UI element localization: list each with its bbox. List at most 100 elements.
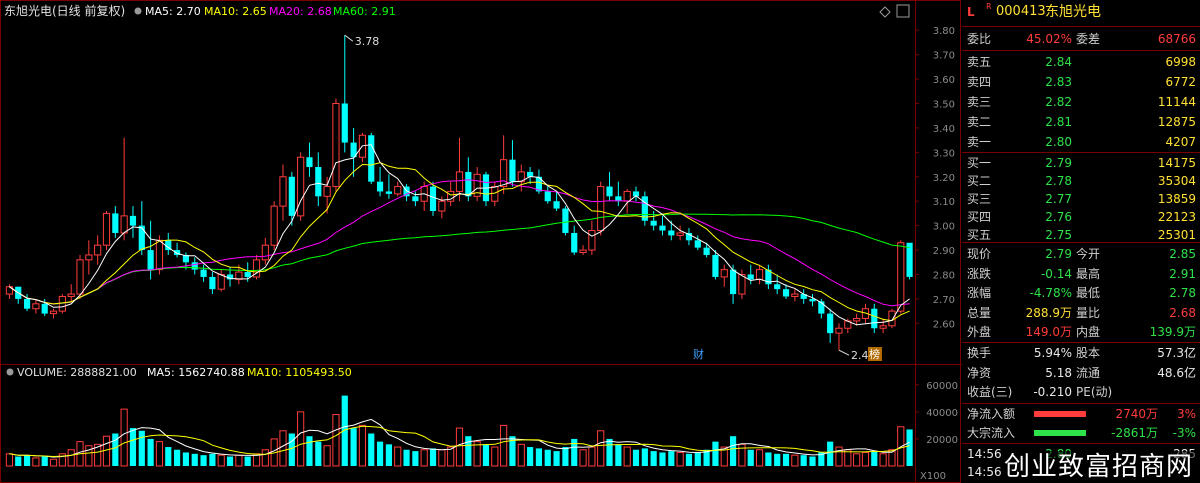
volume-bar	[420, 449, 428, 467]
stat-label: 内盘	[1076, 325, 1101, 339]
fundamental-value: -0.210	[1033, 385, 1072, 399]
sell-label: 卖一	[967, 135, 992, 149]
flag-r: R	[986, 2, 992, 11]
volume-bar	[588, 446, 596, 467]
volume-label: VOLUME: 2888821.00	[17, 366, 137, 379]
candle-body	[138, 225, 145, 251]
candle-body	[676, 232, 684, 236]
stat-value: 2.68	[1169, 305, 1196, 320]
stat-value: 2.85	[1169, 247, 1196, 261]
candle-body	[835, 327, 843, 334]
candle-body	[597, 186, 605, 232]
sell-row: 卖一 2.80 4207	[962, 132, 1200, 152]
tick-time: 14:56	[967, 447, 1002, 461]
candle-body	[729, 269, 737, 295]
candle-body	[606, 186, 613, 197]
stat-row: 现价 2.79 今开 2.85	[962, 244, 1200, 264]
candle-body	[738, 274, 746, 295]
diamond-icon	[879, 6, 891, 18]
volume-bar	[853, 453, 861, 467]
volume-bar	[765, 452, 772, 466]
tick-time: 14:56	[967, 465, 1002, 479]
volume-bar	[209, 453, 216, 466]
fundamental-label: 收益(三)	[967, 385, 1013, 399]
kline-chart[interactable]: 3.80 3.70 3.60 3.50 3.40 3.30 3.20 3.10 3.00 2.90…	[0, 0, 962, 483]
fundamental-label: 股本	[1076, 346, 1101, 360]
volume-bar	[694, 452, 701, 466]
volume-bar	[500, 424, 508, 467]
ma20-label: MA20: 2.68	[269, 5, 332, 18]
volume-bar	[297, 411, 305, 467]
volume-bar	[623, 446, 631, 467]
candle-body	[120, 215, 128, 234]
flow-label: 净流入额	[967, 407, 1016, 421]
volume-bar	[809, 456, 816, 466]
stat-value: 149.0万	[1025, 325, 1072, 339]
fundamental-label: 换手	[967, 346, 992, 360]
stat-value: 2.91	[1169, 266, 1196, 281]
volume-bar	[579, 449, 587, 467]
flow-row: 大宗流入 -2861万 -3%	[962, 423, 1200, 443]
volume-bar	[827, 441, 834, 466]
weibi-value: 45.02%	[1026, 32, 1072, 46]
candle-body	[571, 232, 578, 253]
stat-label: 涨跌	[967, 266, 992, 281]
fundamental-row: 收益(三) -0.210 PE(动)	[962, 382, 1200, 402]
stat-label: 涨幅	[967, 286, 992, 300]
price-tick-label: 3.50	[933, 100, 955, 111]
flow-percent: -3%	[1172, 426, 1196, 440]
volume-bar	[200, 455, 207, 466]
candle-body	[509, 159, 516, 182]
buy-row: 买二 2.78 35304	[962, 171, 1200, 191]
candle-body	[579, 249, 587, 254]
volume-bar	[102, 435, 111, 467]
sell-row: 卖二 2.81 12875	[962, 112, 1200, 132]
fundamental-value: 5.94%	[1033, 346, 1072, 360]
sell-price: 2.81	[1045, 115, 1072, 129]
volume-bar	[288, 433, 295, 466]
buy-volume: 22123	[1157, 210, 1196, 224]
price-tick-label: 3.80	[933, 26, 955, 37]
candle-body	[147, 250, 154, 270]
candle-body	[791, 293, 799, 297]
volume-bar	[668, 451, 675, 466]
candle-body	[544, 191, 551, 202]
stock-code: 000413	[996, 4, 1046, 19]
candle-body	[23, 298, 31, 309]
volume-bar	[226, 456, 234, 466]
price-tick-label: 2.80	[933, 271, 955, 282]
sell-price: 2.83	[1045, 75, 1072, 89]
volume-bar	[615, 444, 622, 466]
stat-label: 最低	[1076, 286, 1101, 300]
volume-bar	[15, 456, 22, 466]
sell-price: 2.80	[1045, 135, 1072, 149]
stat-label: 最高	[1076, 266, 1101, 281]
fundamental-value: 5.18	[1045, 365, 1072, 380]
volume-bar	[571, 438, 578, 466]
flag-l: L	[967, 5, 975, 19]
flow-bar	[1034, 411, 1086, 417]
candle-body	[747, 274, 754, 280]
volume-bar	[782, 453, 790, 466]
price-tick-label: 3.60	[933, 75, 955, 86]
candle-body	[112, 213, 119, 233]
candle-body	[906, 242, 913, 277]
candle-body	[438, 200, 446, 212]
fundamental-label: PE(动)	[1076, 385, 1113, 399]
stat-label: 现价	[967, 247, 992, 261]
volume-bar	[676, 451, 684, 467]
volume-bar	[685, 453, 693, 466]
volume-bar	[138, 430, 145, 466]
buy-label: 买三	[967, 192, 992, 206]
volume-bar	[376, 441, 384, 466]
stat-row: 涨幅 -4.78% 最低 2.78	[962, 283, 1200, 303]
volume-bar	[23, 455, 31, 466]
sell-volume: 6998	[1165, 55, 1196, 69]
candle-body	[897, 242, 905, 312]
candle-body	[288, 176, 295, 216]
sell-volume: 6772	[1165, 75, 1196, 89]
candle-body	[659, 225, 666, 231]
volume-bar	[438, 449, 446, 467]
sell-label: 卖二	[967, 115, 992, 129]
flow-bar	[1034, 430, 1086, 436]
